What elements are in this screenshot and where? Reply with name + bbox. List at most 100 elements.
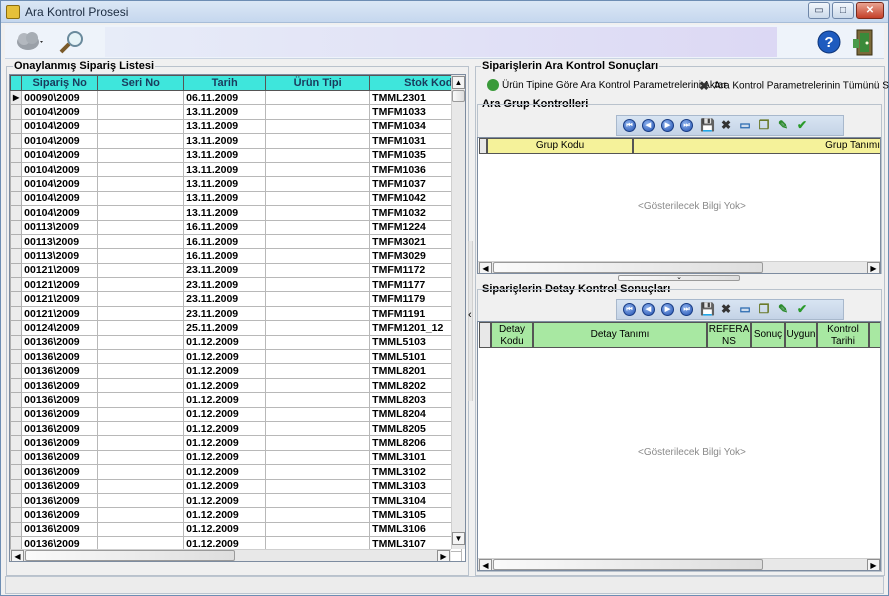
cell-tarih[interactable]: 13.11.2009 xyxy=(183,104,267,120)
cell-tarih[interactable]: 16.11.2009 xyxy=(183,219,267,235)
row-indicator[interactable]: ▶ xyxy=(10,89,23,106)
row-indicator[interactable] xyxy=(10,147,23,163)
copy-icon[interactable]: ❐ xyxy=(757,303,771,317)
cell-urun-tipi[interactable] xyxy=(265,233,371,250)
scroll-left-button[interactable]: ◀ xyxy=(11,550,24,561)
cell-seri-no[interactable] xyxy=(97,507,185,523)
cell-stok-kodu[interactable]: TMFM1033 xyxy=(369,104,463,120)
table-row[interactable]: 00136\2009 01.12.2009 TMML8203 xyxy=(10,392,463,408)
row-indicator[interactable] xyxy=(10,205,23,221)
cell-urun-tipi[interactable] xyxy=(265,406,371,422)
group-grid-hscroll[interactable]: ◀ ▶ xyxy=(478,261,880,273)
cell-siparis-no[interactable]: 00136\2009 xyxy=(21,492,99,509)
cell-stok-kodu[interactable]: TMML5101 xyxy=(369,349,463,365)
cell-tarih[interactable]: 01.12.2009 xyxy=(183,435,267,451)
table-row[interactable]: 00136\2009 01.12.2009 TMML8206 xyxy=(10,435,463,451)
cell-stok-kodu[interactable]: TMML3101 xyxy=(369,449,463,466)
table-row[interactable]: 00136\2009 01.12.2009 TMML3104 xyxy=(10,492,463,509)
cell-stok-kodu[interactable]: TMML2301 xyxy=(369,89,463,106)
col-header-referans[interactable]: REFERANS xyxy=(707,322,751,348)
row-indicator[interactable] xyxy=(10,291,23,307)
col-header-grup-kodu[interactable]: Grup Kodu xyxy=(487,138,633,154)
scroll-down-button[interactable]: ▼ xyxy=(452,532,465,545)
cell-siparis-no[interactable]: 00104\2009 xyxy=(21,190,99,207)
cloud-gear-icon[interactable] xyxy=(15,29,45,53)
delete-icon[interactable]: ✖ xyxy=(719,119,733,133)
row-indicator[interactable] xyxy=(10,406,23,422)
group-scroll-left-button[interactable]: ◀ xyxy=(479,262,492,273)
cell-siparis-no[interactable]: 00136\2009 xyxy=(21,349,99,365)
cell-tarih[interactable]: 13.11.2009 xyxy=(183,147,267,163)
cell-tarih[interactable]: 23.11.2009 xyxy=(183,305,267,322)
cell-stok-kodu[interactable]: TMFM1179 xyxy=(369,291,463,307)
cell-stok-kodu[interactable]: TMML8204 xyxy=(369,406,463,422)
cell-seri-no[interactable] xyxy=(97,104,185,120)
cell-tarih[interactable]: 16.11.2009 xyxy=(183,233,267,250)
cell-urun-tipi[interactable] xyxy=(265,219,371,235)
cell-seri-no[interactable] xyxy=(97,233,185,250)
row-indicator[interactable] xyxy=(10,334,23,351)
cell-seri-no[interactable] xyxy=(97,147,185,163)
group-scroll-right-button[interactable]: ▶ xyxy=(867,262,880,273)
cell-siparis-no[interactable]: 00136\2009 xyxy=(21,435,99,451)
cell-siparis-no[interactable]: 00113\2009 xyxy=(21,248,99,264)
table-row[interactable]: 00124\2009 25.11.2009 TMFM1201_12 xyxy=(10,320,463,336)
cell-stok-kodu[interactable]: TMFM3029 xyxy=(369,248,463,264)
cell-stok-kodu[interactable]: TMFM1042 xyxy=(369,190,463,207)
cell-siparis-no[interactable]: 00104\2009 xyxy=(21,205,99,221)
cell-stok-kodu[interactable]: TMML8203 xyxy=(369,392,463,408)
cell-urun-tipi[interactable] xyxy=(265,363,371,379)
row-indicator[interactable] xyxy=(10,219,23,235)
cell-tarih[interactable]: 01.12.2009 xyxy=(183,521,267,538)
cell-stok-kodu[interactable]: TMML8202 xyxy=(369,377,463,394)
cell-stok-kodu[interactable]: TMML3106 xyxy=(369,521,463,538)
cell-tarih[interactable]: 01.12.2009 xyxy=(183,406,267,422)
cell-urun-tipi[interactable] xyxy=(265,320,371,336)
save-icon[interactable]: 💾 xyxy=(700,303,715,317)
close-button[interactable]: ✕ xyxy=(856,2,884,19)
row-indicator[interactable] xyxy=(10,507,23,523)
cell-stok-kodu[interactable]: TMML3103 xyxy=(369,478,463,494)
cell-tarih[interactable]: 01.12.2009 xyxy=(183,420,267,437)
detail-scroll-right-button[interactable]: ▶ xyxy=(867,559,880,570)
section-resize-handle[interactable]: ⌄ xyxy=(618,274,740,281)
cell-seri-no[interactable] xyxy=(97,291,185,307)
open-icon[interactable]: ▭ xyxy=(738,119,752,133)
cell-seri-no[interactable] xyxy=(97,161,185,178)
cell-urun-tipi[interactable] xyxy=(265,449,371,466)
group-grid[interactable]: Grup Kodu Grup Tanımı <Gösterilecek Bilg… xyxy=(477,137,881,274)
row-indicator[interactable] xyxy=(10,176,23,192)
cell-stok-kodu[interactable]: TMFM1035 xyxy=(369,147,463,163)
cell-siparis-no[interactable]: 00121\2009 xyxy=(21,291,99,307)
cell-urun-tipi[interactable] xyxy=(265,291,371,307)
row-indicator[interactable] xyxy=(10,277,23,293)
cell-urun-tipi[interactable] xyxy=(265,190,371,207)
row-indicator[interactable] xyxy=(10,248,23,264)
cell-urun-tipi[interactable] xyxy=(265,89,371,106)
cell-tarih[interactable]: 01.12.2009 xyxy=(183,349,267,365)
cell-seri-no[interactable] xyxy=(97,118,185,135)
table-row[interactable]: 00104\2009 13.11.2009 TMFM1037 xyxy=(10,176,463,192)
table-row[interactable]: 00136\2009 01.12.2009 TMML5101 xyxy=(10,349,463,365)
order-grid-vscroll[interactable]: ▲ ▼ xyxy=(451,75,465,549)
cell-stok-kodu[interactable]: TMFM3021 xyxy=(369,233,463,250)
detail-hscroll-thumb[interactable] xyxy=(493,559,763,570)
cell-stok-kodu[interactable]: TMFM1036 xyxy=(369,161,463,178)
col-header-sonuc[interactable]: Sonuç xyxy=(751,322,785,348)
row-indicator[interactable] xyxy=(10,104,23,120)
cell-seri-no[interactable] xyxy=(97,248,185,264)
cell-tarih[interactable]: 01.12.2009 xyxy=(183,464,267,480)
order-grid-hscroll[interactable]: ◀ ▶ xyxy=(10,549,451,561)
cell-siparis-no[interactable]: 00136\2009 xyxy=(21,449,99,466)
cell-urun-tipi[interactable] xyxy=(265,262,371,279)
save-icon[interactable]: 💾 xyxy=(700,119,715,133)
prev-page-icon[interactable]: ◀ xyxy=(642,303,655,316)
col-header-siparis-no[interactable]: Sipariş No xyxy=(21,75,99,91)
cell-stok-kodu[interactable]: TMML8206 xyxy=(369,435,463,451)
cell-seri-no[interactable] xyxy=(97,435,185,451)
cell-stok-kodu[interactable]: TMFM1224 xyxy=(369,219,463,235)
table-row[interactable]: 00121\2009 23.11.2009 TMFM1179 xyxy=(10,291,463,307)
check-icon[interactable]: ✔ xyxy=(795,303,809,317)
col-header-urun-tipi[interactable]: Ürün Tipi xyxy=(265,75,371,91)
row-indicator[interactable] xyxy=(10,449,23,466)
